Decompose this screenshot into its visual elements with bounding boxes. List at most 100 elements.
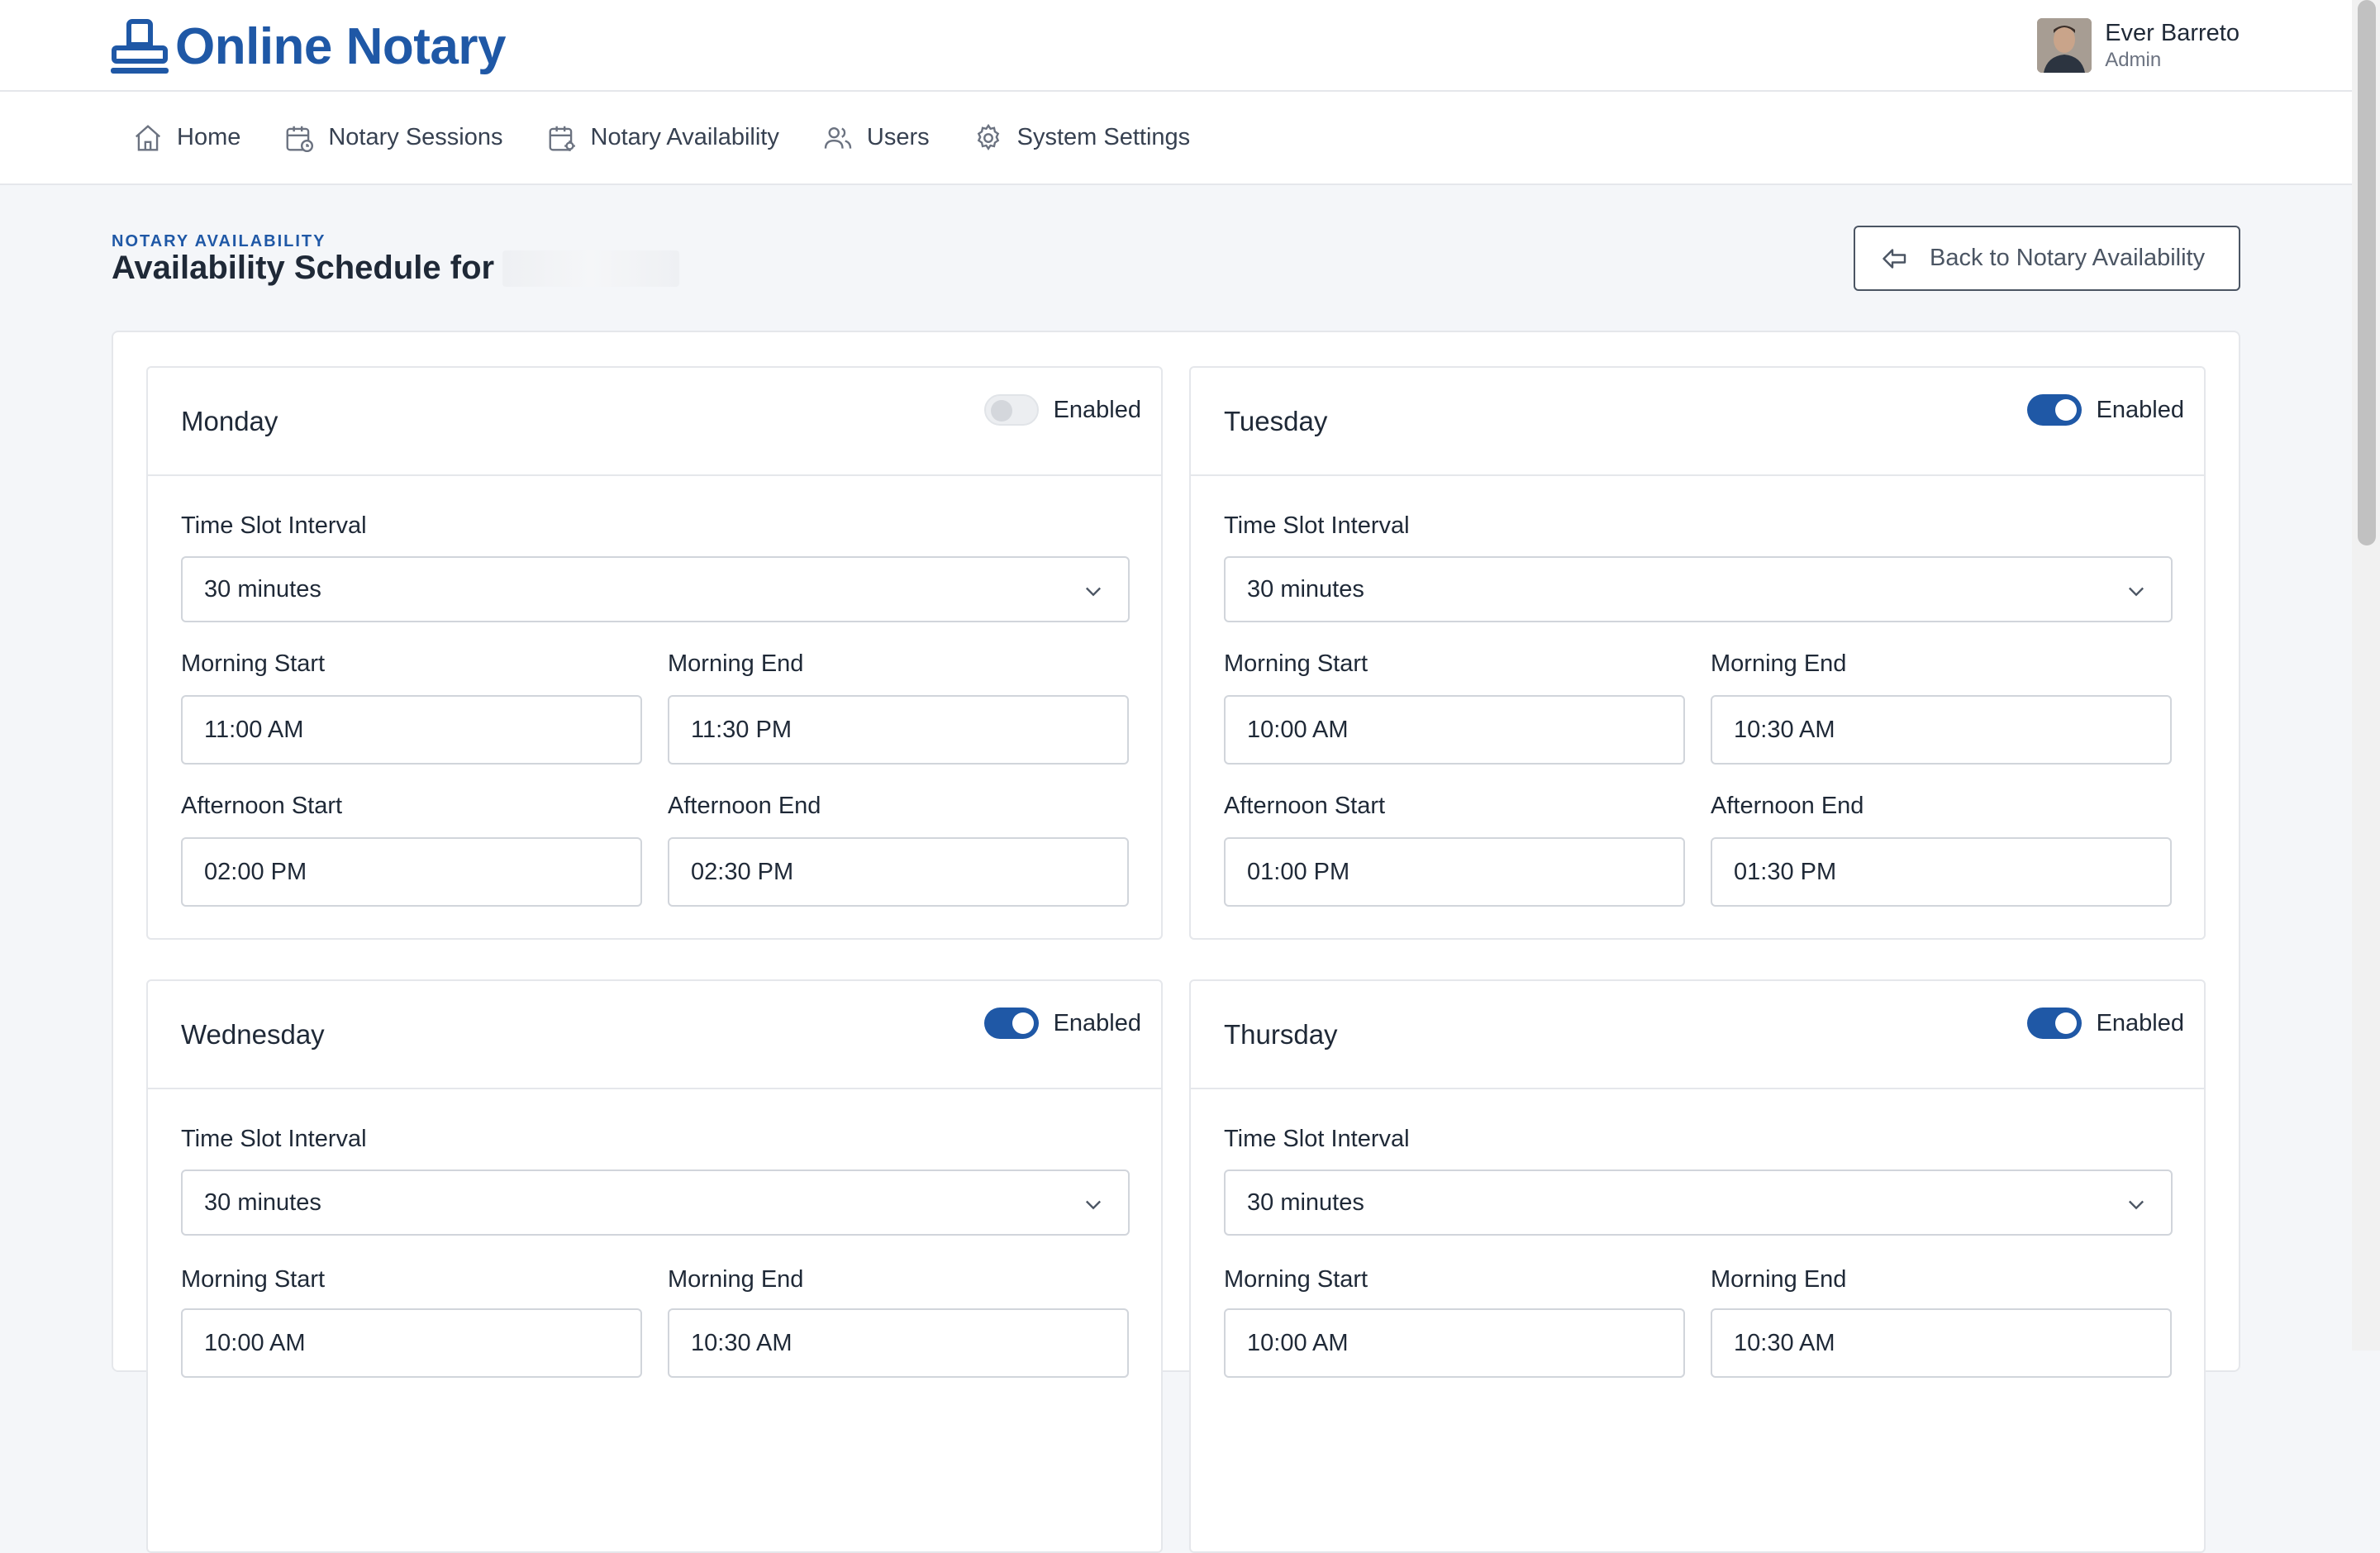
- afternoon-start-value: 01:00 PM: [1247, 858, 1350, 885]
- morning-start-input[interactable]: 11:00 AM: [181, 695, 642, 765]
- day-title: Thursday: [1224, 1019, 1338, 1050]
- interval-select[interactable]: 30 minutes: [181, 1170, 1130, 1236]
- afternoon-start-label: Afternoon Start: [1224, 793, 1386, 819]
- page-title-text: Availability Schedule for: [112, 250, 495, 286]
- schedule-panel: Monday Enabled Time Slot Interval 30 min…: [112, 331, 2240, 1553]
- afternoon-start-input[interactable]: 01:00 PM: [1224, 837, 1685, 907]
- main-nav: Home Notary Sessions Notary Availability…: [0, 92, 2352, 185]
- user-menu[interactable]: Ever Barreto Admin: [2037, 18, 2240, 73]
- morning-start-label: Morning Start: [1224, 1266, 1368, 1293]
- morning-end-value: 10:30 AM: [1734, 716, 1835, 743]
- afternoon-end-input[interactable]: 02:30 PM: [668, 837, 1129, 907]
- redacted-name: [502, 250, 680, 287]
- morning-start-label: Morning Start: [181, 1266, 326, 1293]
- app-name: Online Notary: [175, 17, 507, 75]
- afternoon-start-value: 02:00 PM: [204, 858, 307, 885]
- toggle-label: Enabled: [1053, 396, 1141, 423]
- day-title: Monday: [181, 406, 278, 436]
- nav-item-notary-availability[interactable]: Notary Availability: [546, 122, 779, 154]
- morning-start-label: Morning Start: [1224, 650, 1368, 677]
- day-card-monday: Monday Enabled Time Slot Interval 30 min…: [146, 366, 1163, 940]
- user-name: Ever Barreto: [2105, 20, 2240, 46]
- interval-value: 30 minutes: [204, 575, 321, 603]
- enabled-toggle[interactable]: Enabled: [983, 1008, 1141, 1039]
- morning-start-input[interactable]: 10:00 AM: [1224, 695, 1685, 765]
- day-card-thursday: Thursday Enabled Time Slot Interval 30 m…: [1189, 979, 2206, 1553]
- toggle-switch[interactable]: [983, 1008, 1039, 1039]
- afternoon-end-label: Afternoon End: [668, 793, 821, 819]
- morning-end-label: Morning End: [668, 1266, 804, 1293]
- day-title: Wednesday: [181, 1019, 325, 1050]
- morning-end-input[interactable]: 10:30 AM: [1711, 695, 2172, 765]
- day-title: Tuesday: [1224, 406, 1328, 436]
- morning-end-input[interactable]: 11:30 PM: [668, 695, 1129, 765]
- toggle-label: Enabled: [2096, 1009, 2184, 1036]
- avatar: [2037, 18, 2092, 73]
- nav-label: Users: [866, 124, 930, 150]
- morning-end-label: Morning End: [668, 650, 804, 677]
- morning-end-label: Morning End: [1711, 1266, 1847, 1293]
- nav-item-system-settings[interactable]: System Settings: [973, 122, 1190, 154]
- home-icon: [135, 124, 161, 150]
- enabled-toggle[interactable]: Enabled: [2026, 394, 2184, 426]
- morning-start-value: 11:00 AM: [204, 716, 304, 743]
- chevron-down-icon: [2129, 587, 2144, 597]
- gear-icon: [977, 123, 999, 150]
- stamp-icon: [111, 19, 169, 74]
- morning-end-input[interactable]: 10:30 AM: [668, 1308, 1129, 1378]
- interval-select[interactable]: 30 minutes: [1224, 556, 2173, 622]
- afternoon-end-input[interactable]: 01:30 PM: [1711, 837, 2172, 907]
- app-logo[interactable]: Online Notary: [109, 17, 507, 76]
- morning-start-input[interactable]: 10:00 AM: [1224, 1308, 1685, 1378]
- afternoon-end-value: 02:30 PM: [691, 858, 794, 885]
- afternoon-start-input[interactable]: 02:00 PM: [181, 837, 642, 907]
- user-role: Admin: [2105, 49, 2162, 71]
- afternoon-start-label: Afternoon Start: [181, 793, 343, 819]
- morning-start-label: Morning Start: [181, 650, 326, 677]
- toggle-switch[interactable]: [2026, 394, 2082, 426]
- page-eyebrow: NOTARY AVAILABILITY: [112, 232, 326, 250]
- calendar-settings-icon: [549, 126, 575, 151]
- page-title: Availability Schedule for: [112, 250, 680, 287]
- morning-start-input[interactable]: 10:00 AM: [181, 1308, 642, 1378]
- interval-value: 30 minutes: [204, 1189, 321, 1216]
- morning-end-value: 10:30 AM: [691, 1329, 793, 1356]
- chevron-down-icon: [2129, 1200, 2144, 1210]
- back-button-label: Back to Notary Availability: [1930, 245, 2206, 271]
- nav-item-home[interactable]: Home: [132, 122, 240, 154]
- arrow-left-icon: [1883, 248, 1906, 269]
- nav-label: Notary Availability: [590, 124, 779, 150]
- day-card-tuesday: Tuesday Enabled Time Slot Interval 30 mi…: [1189, 366, 2206, 940]
- interval-select[interactable]: 30 minutes: [1224, 1170, 2173, 1236]
- toggle-label: Enabled: [2096, 396, 2184, 423]
- day-card-wednesday: Wednesday Enabled Time Slot Interval 30 …: [146, 979, 1163, 1553]
- day-card-header: Monday Enabled: [148, 368, 1161, 476]
- nav-item-users[interactable]: Users: [822, 122, 930, 154]
- morning-end-value: 10:30 AM: [1734, 1329, 1835, 1356]
- interval-label: Time Slot Interval: [1224, 512, 1410, 539]
- day-card-header: Tuesday Enabled: [1191, 368, 2204, 476]
- morning-start-value: 10:00 AM: [204, 1329, 306, 1356]
- morning-end-value: 11:30 PM: [691, 716, 792, 743]
- toggle-switch[interactable]: [2026, 1008, 2082, 1039]
- interval-label: Time Slot Interval: [181, 512, 367, 539]
- back-to-availability-button[interactable]: Back to Notary Availability: [1854, 226, 2240, 291]
- users-icon: [824, 126, 852, 149]
- enabled-toggle[interactable]: Enabled: [983, 394, 1141, 426]
- interval-value: 30 minutes: [1247, 575, 1364, 603]
- afternoon-end-value: 01:30 PM: [1734, 858, 1837, 885]
- afternoon-end-label: Afternoon End: [1711, 793, 1864, 819]
- interval-label: Time Slot Interval: [1224, 1126, 1410, 1152]
- nav-label: Notary Sessions: [328, 124, 503, 150]
- interval-select[interactable]: 30 minutes: [181, 556, 1130, 622]
- toggle-switch[interactable]: [983, 394, 1039, 426]
- morning-start-value: 10:00 AM: [1247, 716, 1349, 743]
- interval-label: Time Slot Interval: [181, 1126, 367, 1152]
- toggle-label: Enabled: [1053, 1009, 1141, 1036]
- interval-value: 30 minutes: [1247, 1189, 1364, 1216]
- scrollbar-thumb[interactable]: [2358, 0, 2376, 545]
- chevron-down-icon: [1086, 587, 1101, 597]
- enabled-toggle[interactable]: Enabled: [2026, 1008, 2184, 1039]
- morning-end-input[interactable]: 10:30 AM: [1711, 1308, 2172, 1378]
- nav-item-notary-sessions[interactable]: Notary Sessions: [283, 122, 503, 154]
